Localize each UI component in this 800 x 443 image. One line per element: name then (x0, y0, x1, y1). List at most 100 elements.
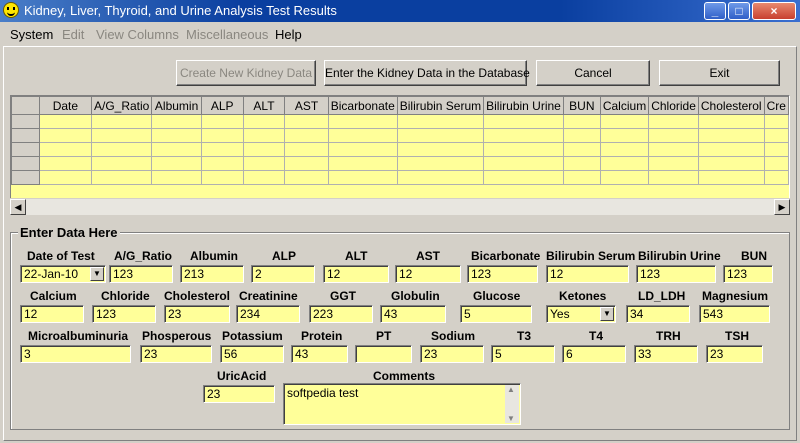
chevron-down-icon[interactable]: ▼ (600, 307, 614, 321)
window-title: Kidney, Liver, Thyroid, and Urine Analys… (24, 3, 337, 18)
creatinine-input[interactable]: 234 (236, 305, 300, 323)
row-header[interactable] (11, 114, 40, 129)
title-bar: Kidney, Liver, Thyroid, and Urine Analys… (0, 0, 800, 22)
t3-input[interactable]: 5 (491, 345, 555, 363)
bun-input[interactable]: 123 (723, 265, 773, 283)
cholesterol-label: Cholesterol (164, 289, 231, 303)
table-row[interactable] (11, 170, 789, 185)
sodium-label: Sodium (431, 329, 475, 343)
creatinine-label: Creatinine (239, 289, 298, 303)
grid-col-ag-ratio[interactable]: A/G_Ratio (90, 96, 153, 115)
grid-col-calcium[interactable]: Calcium (599, 96, 650, 115)
ketones-label: Ketones (559, 289, 607, 303)
calcium-label: Calcium (30, 289, 77, 303)
potassium-input[interactable]: 56 (220, 345, 284, 363)
grid-col-cholesterol[interactable]: Cholesterol (697, 96, 765, 115)
chevron-down-icon[interactable]: ▼ (90, 267, 104, 281)
table-row[interactable] (11, 114, 789, 129)
magnesium-label: Magnesium (702, 289, 769, 303)
potassium-label: Potassium (222, 329, 283, 343)
chloride-input[interactable]: 123 (92, 305, 156, 323)
maximize-button[interactable]: □ (728, 2, 750, 20)
calcium-input[interactable]: 12 (20, 305, 84, 323)
enter-data-title: Enter Data Here (18, 225, 120, 240)
menu-miscellaneous[interactable]: Miscellaneous (186, 27, 268, 42)
cancel-button[interactable]: Cancel (536, 60, 650, 86)
phosperous-input[interactable]: 23 (140, 345, 212, 363)
alt-input[interactable]: 12 (323, 265, 389, 283)
chloride-label: Chloride (101, 289, 150, 303)
grid-col-albumin[interactable]: Albumin (151, 96, 202, 115)
grid-col-alt[interactable]: ALT (242, 96, 286, 115)
bicarbonate-label: Bicarbonate (471, 249, 541, 263)
pt-input[interactable] (355, 345, 412, 363)
bicarbonate-input[interactable]: 123 (467, 265, 538, 283)
microalbuminuria-input[interactable]: 3 (20, 345, 131, 363)
uricacid-input[interactable]: 23 (203, 385, 275, 403)
alp-input[interactable]: 2 (251, 265, 315, 283)
sodium-input[interactable]: 23 (420, 345, 484, 363)
ld-ldh-label: LD_LDH (638, 289, 686, 303)
table-row[interactable] (11, 156, 789, 171)
exit-button[interactable]: Exit (659, 60, 780, 86)
date-of-test-picker[interactable]: 22-Jan-10 ▼ (20, 265, 106, 283)
globulin-label: Globulin (391, 289, 440, 303)
menu-edit[interactable]: Edit (62, 27, 84, 42)
grid-col-alp[interactable]: ALP (200, 96, 244, 115)
albumin-label: Albumin (190, 249, 238, 263)
bilirubin-urine-input[interactable]: 123 (636, 265, 716, 283)
date-of-test-label: Date of Test (27, 249, 95, 263)
grid-col-bicarbonate[interactable]: Bicarbonate (327, 96, 398, 115)
row-header[interactable] (11, 156, 40, 171)
albumin-input[interactable]: 213 (180, 265, 244, 283)
row-header[interactable] (11, 128, 40, 143)
tsh-input[interactable]: 23 (706, 345, 763, 363)
bilirubin-serum-input[interactable]: 12 (546, 265, 629, 283)
create-new-kidney-data-button[interactable]: Create New Kidney Data (176, 60, 316, 86)
menu-system[interactable]: System (10, 27, 53, 42)
glucose-input[interactable]: 5 (460, 305, 532, 323)
trh-input[interactable]: 33 (634, 345, 698, 363)
glucose-label: Glucose (473, 289, 521, 303)
microalbuminuria-label: Microalbuminuria (28, 329, 129, 343)
pt-label: PT (376, 329, 392, 343)
bun-label: BUN (741, 249, 767, 263)
grid-col-bilirubin-urine[interactable]: Bilirubin Urine (483, 96, 564, 115)
ggt-input[interactable]: 223 (309, 305, 373, 323)
ast-label: AST (416, 249, 440, 263)
enter-kidney-data-button[interactable]: Enter the Kidney Data in the Database (324, 60, 530, 86)
minimize-button[interactable]: _ (704, 2, 726, 20)
grid-col-chloride[interactable]: Chloride (648, 96, 699, 115)
ast-input[interactable]: 12 (395, 265, 461, 283)
comments-scrollbar[interactable]: ▲ ▼ (505, 385, 519, 423)
table-row[interactable] (11, 128, 789, 143)
menu-view-columns[interactable]: View Columns (96, 27, 179, 42)
comments-textarea[interactable]: softpedia test ▲ ▼ (283, 383, 521, 425)
grid-col-bun[interactable]: BUN (562, 96, 601, 115)
menu-help[interactable]: Help (275, 27, 302, 42)
grid-col-date[interactable]: Date (38, 96, 92, 115)
row-header[interactable] (11, 170, 40, 185)
magnesium-input[interactable]: 543 (699, 305, 770, 323)
scroll-left-icon[interactable]: ◀ (10, 199, 26, 215)
table-row[interactable] (11, 142, 789, 157)
grid-col-creatinine[interactable]: Cre (763, 96, 789, 115)
results-grid[interactable]: Date A/G_Ratio Albumin ALP ALT AST Bicar… (10, 95, 790, 215)
cholesterol-input[interactable]: 23 (164, 305, 230, 323)
ag-ratio-input[interactable]: 123 (109, 265, 173, 283)
globulin-input[interactable]: 43 (380, 305, 446, 323)
protein-input[interactable]: 43 (291, 345, 348, 363)
ld-ldh-input[interactable]: 34 (626, 305, 690, 323)
ketones-value: Yes (550, 307, 570, 321)
scroll-down-icon[interactable]: ▼ (507, 414, 515, 423)
ketones-select[interactable]: Yes ▼ (546, 305, 616, 323)
smiley-app-icon (3, 2, 19, 18)
close-button[interactable]: × (752, 2, 796, 20)
t4-input[interactable]: 6 (562, 345, 626, 363)
scroll-right-icon[interactable]: ▶ (774, 199, 790, 215)
grid-horizontal-scrollbar[interactable]: ◀ ▶ (10, 198, 790, 215)
grid-col-bilirubin-serum[interactable]: Bilirubin Serum (396, 96, 485, 115)
row-header[interactable] (11, 142, 40, 157)
scroll-up-icon[interactable]: ▲ (507, 385, 515, 394)
grid-col-ast[interactable]: AST (284, 96, 329, 115)
